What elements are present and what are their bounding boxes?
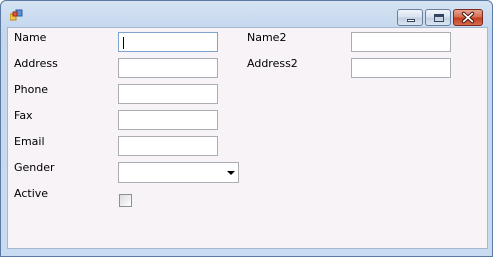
maximize-icon (434, 14, 444, 22)
gender-label: Gender (14, 161, 55, 174)
active-checkbox[interactable] (119, 194, 132, 207)
name-label: Name (14, 31, 47, 44)
gender-combobox[interactable] (118, 162, 239, 183)
maximize-button[interactable] (425, 9, 451, 26)
form-window: Name Address Phone Fax Email Gender Acti… (0, 0, 493, 257)
close-button[interactable] (453, 9, 483, 26)
dropdown-arrow-icon[interactable] (227, 171, 235, 175)
name2-input[interactable] (351, 32, 451, 52)
minimize-icon (407, 19, 415, 22)
address-input[interactable] (118, 58, 218, 78)
app-icon[interactable] (10, 9, 24, 21)
name2-label: Name2 (247, 31, 287, 44)
name-input[interactable] (118, 32, 218, 52)
phone-label: Phone (14, 83, 49, 96)
email-label: Email (14, 135, 45, 148)
address2-input[interactable] (351, 58, 451, 78)
title-bar[interactable] (1, 1, 492, 27)
email-input[interactable] (118, 136, 218, 156)
phone-input[interactable] (118, 84, 218, 104)
close-icon (461, 11, 475, 24)
fax-label: Fax (14, 109, 33, 122)
address-label: Address (14, 57, 58, 70)
active-label: Active (14, 187, 49, 200)
fax-input[interactable] (118, 110, 218, 130)
minimize-button[interactable] (397, 9, 423, 26)
text-caret (123, 37, 124, 49)
form-client-area: Name Address Phone Fax Email Gender Acti… (7, 27, 488, 249)
address2-label: Address2 (247, 57, 298, 70)
